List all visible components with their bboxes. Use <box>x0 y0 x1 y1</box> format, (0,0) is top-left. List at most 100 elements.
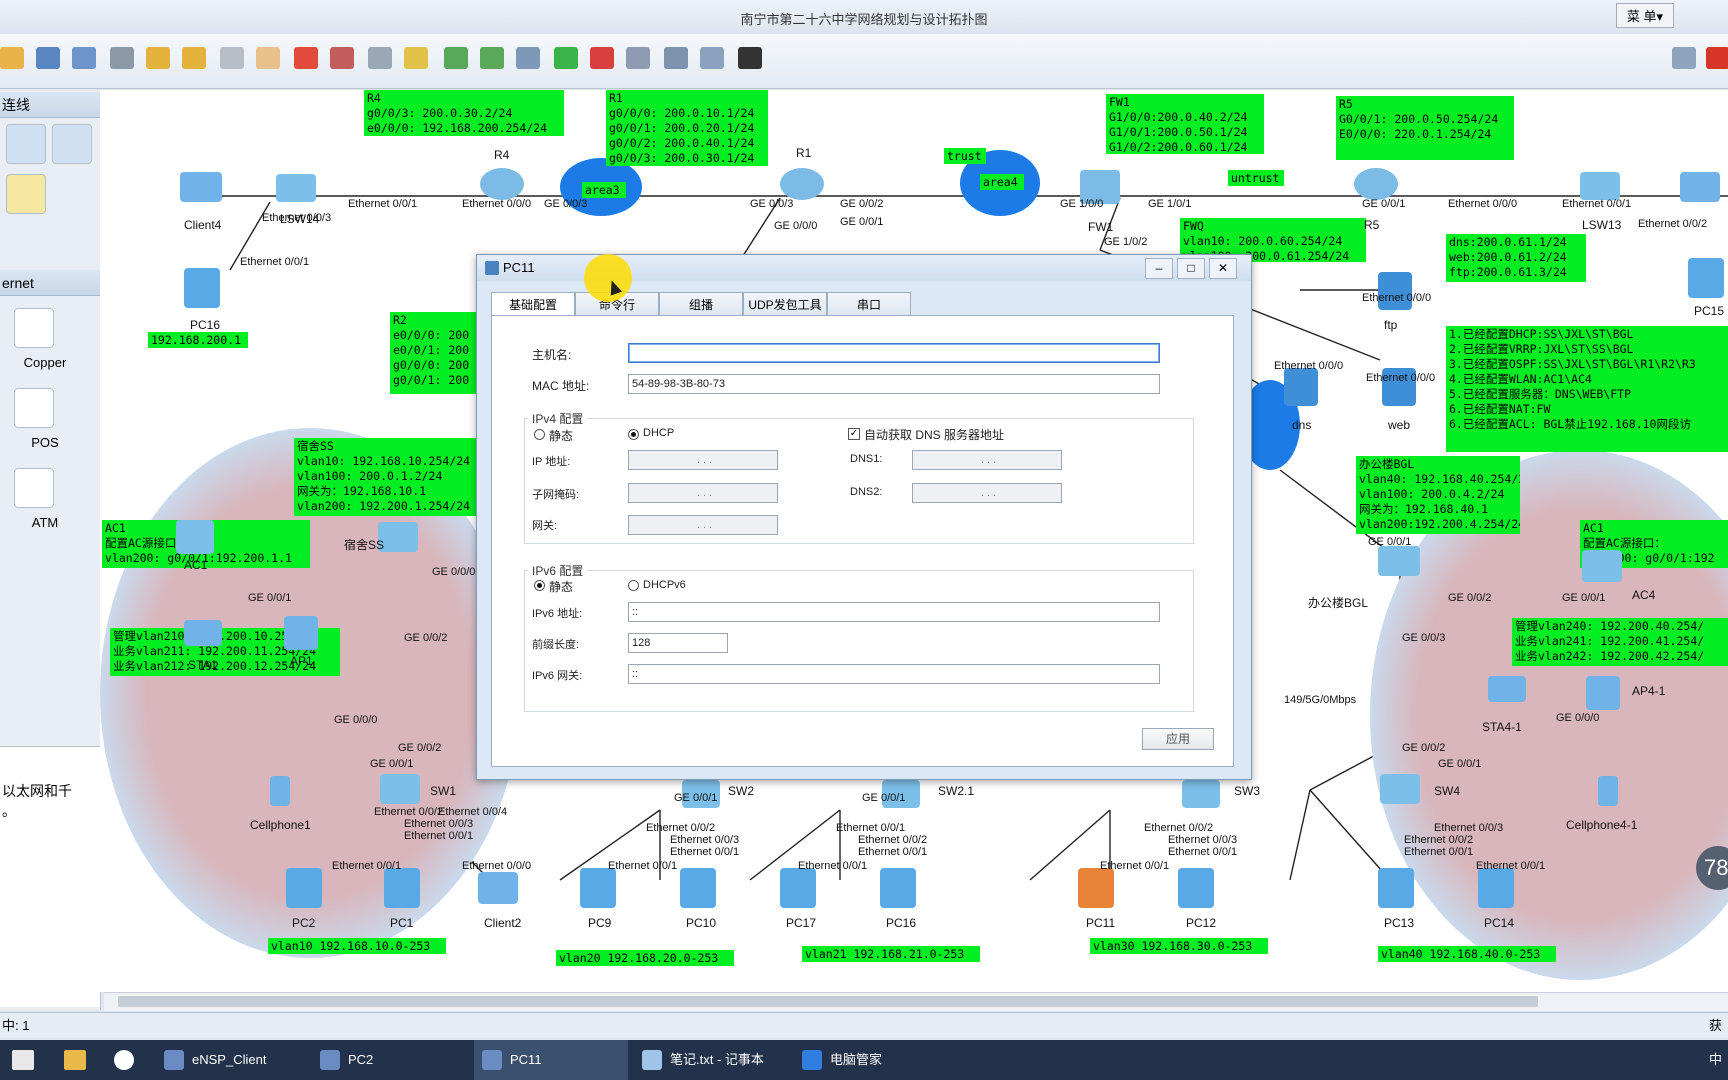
ac1-icon[interactable] <box>176 520 214 554</box>
client2-icon[interactable] <box>478 872 518 904</box>
note-servers[interactable]: dns:200.0.61.1/24 web:200.0.61.2/24 ftp:… <box>1446 234 1586 282</box>
pc2-icon[interactable] <box>286 868 322 908</box>
topology-icon[interactable] <box>664 47 688 69</box>
note-fw1[interactable]: FW1 G1/0/0:200.0.40.2/24 G1/0/1:200.0.50… <box>1106 94 1264 154</box>
tab-udp-tool[interactable]: UDP发包工具 <box>743 292 827 316</box>
note-r5[interactable]: R5 G0/0/1: 200.0.50.254/24 E0/0/0: 220.0… <box>1336 96 1514 160</box>
delete-icon[interactable] <box>294 47 318 69</box>
pc13-icon[interactable] <box>1378 868 1414 908</box>
note-area3[interactable]: area3 <box>582 182 626 198</box>
task-pc11[interactable]: PC11 <box>474 1040 628 1080</box>
ipv4-dhcp-radio[interactable] <box>628 429 639 440</box>
pc11-icon[interactable] <box>1078 868 1114 908</box>
atm-cable-icon[interactable] <box>14 468 54 508</box>
hostname-input[interactable] <box>628 343 1160 363</box>
prefix-length-input[interactable]: 128 <box>628 633 728 653</box>
ipv6-gateway-input[interactable]: :: <box>628 664 1160 684</box>
auto-dns-checkbox[interactable]: ✓ <box>848 428 860 440</box>
start-icon[interactable] <box>554 47 578 69</box>
panel-section-ethernet[interactable]: ernet <box>0 270 100 296</box>
mac-address-field[interactable]: 54-89-98-3B-80-73 <box>628 374 1160 394</box>
dns-server-icon[interactable] <box>1284 368 1318 406</box>
client3-icon[interactable] <box>1680 172 1720 202</box>
lsw13-icon[interactable] <box>1580 172 1620 200</box>
sw1-icon[interactable] <box>380 774 420 804</box>
chat-icon[interactable] <box>1672 47 1696 69</box>
note-vlan20[interactable]: vlan20 192.168.20.0-253 <box>556 950 734 966</box>
pc16-icon[interactable] <box>880 868 916 908</box>
note-pc16-ip[interactable]: 192.168.200.1 <box>148 332 248 348</box>
save-icon[interactable] <box>36 47 60 69</box>
pc9-icon[interactable] <box>580 868 616 908</box>
minimize-button[interactable]: – <box>1145 258 1173 279</box>
note-vlan21[interactable]: vlan21 192.168.21.0-253 <box>802 946 980 962</box>
note-untrust[interactable]: untrust <box>1228 170 1284 186</box>
select-icon[interactable] <box>220 47 244 69</box>
panel-section-links[interactable]: 连线 <box>0 92 100 118</box>
note-config-done[interactable]: 1.已经配置DHCP:SS\JXL\ST\BGL 2.已经配置VRRP:JXL\… <box>1446 326 1728 452</box>
gateway-input[interactable]: . . . <box>628 515 778 535</box>
pos-cable-icon[interactable] <box>14 388 54 428</box>
file-explorer-icon[interactable] <box>64 1050 86 1070</box>
ipv4-static-radio[interactable] <box>534 429 545 440</box>
r1-icon[interactable] <box>780 168 824 200</box>
note-vlan40[interactable]: vlan40 192.168.40.0-253 <box>1378 946 1556 962</box>
task-pc2[interactable]: PC2 <box>312 1040 466 1080</box>
note-trust[interactable]: trust <box>944 148 986 164</box>
ac4-icon[interactable] <box>1582 550 1622 582</box>
text-icon[interactable] <box>368 47 392 69</box>
scrollbar-thumb[interactable] <box>118 996 1538 1007</box>
sw4-icon[interactable] <box>1380 774 1420 804</box>
note-ss[interactable]: 宿舍SS vlan10: 192.168.10.254/24 vlan100: … <box>294 438 478 516</box>
capture-icon[interactable] <box>626 47 650 69</box>
lsw14-icon[interactable] <box>276 174 316 202</box>
bgl-switch-icon[interactable] <box>1378 546 1420 576</box>
system-tray[interactable]: 中 <box>1505 1040 1722 1080</box>
subnet-mask-input[interactable]: . . . <box>628 483 778 503</box>
task-notepad[interactable]: 笔记.txt - 记事本 <box>634 1040 788 1080</box>
undo-icon[interactable] <box>146 47 170 69</box>
main-menu-button[interactable]: 菜 单▾ <box>1615 3 1674 28</box>
client4-icon[interactable] <box>180 172 222 202</box>
tab-basic-config[interactable]: 基础配置 <box>491 292 575 316</box>
ftp-server-icon[interactable] <box>1378 272 1412 310</box>
copper-cable-icon[interactable] <box>14 308 54 348</box>
sta1-icon[interactable] <box>184 620 222 646</box>
task-ensp-client[interactable]: eNSP_Client <box>156 1040 310 1080</box>
apply-button[interactable]: 应用 <box>1142 728 1214 750</box>
ap1-icon[interactable] <box>284 616 318 650</box>
dns1-input[interactable]: . . . <box>912 450 1062 470</box>
note-r1[interactable]: R1 g0/0/0: 200.0.10.1/24 g0/0/1: 200.0.2… <box>606 90 768 166</box>
horizontal-scrollbar[interactable] <box>104 992 1728 1011</box>
app-store-icon[interactable] <box>12 1050 34 1070</box>
delete-link-icon[interactable] <box>330 47 354 69</box>
redo-icon[interactable] <box>182 47 206 69</box>
ipv6-static-radio[interactable] <box>534 580 545 591</box>
note-bgl[interactable]: 办公楼BGL vlan40: 192.168.40.254/24 vlan100… <box>1356 456 1520 534</box>
auto-link-icon[interactable] <box>6 174 46 214</box>
note-area4[interactable]: area4 <box>980 174 1024 190</box>
stop-icon[interactable] <box>590 47 614 69</box>
new-icon[interactable] <box>0 47 24 69</box>
task-pc-manager[interactable]: 电脑管家 <box>794 1040 952 1080</box>
pc12-icon[interactable] <box>1178 868 1214 908</box>
note-r4[interactable]: R4 g0/0/3: 200.0.30.2/24 e0/0/0: 192.168… <box>364 90 564 136</box>
pc16-top-icon[interactable] <box>184 268 220 308</box>
browser-icon[interactable] <box>114 1050 134 1070</box>
rectangle-icon[interactable] <box>404 47 428 69</box>
ac-device-icon[interactable] <box>52 124 92 164</box>
ipv6-address-input[interactable]: :: <box>628 602 1160 622</box>
pc17-icon[interactable] <box>780 868 816 908</box>
note-ac4-vlans[interactable]: 管理vlan240: 192.200.40.254/ 业务vlan241: 19… <box>1512 618 1728 666</box>
pc10-icon[interactable] <box>680 868 716 908</box>
r5-icon[interactable] <box>1354 168 1398 200</box>
sw3-icon[interactable] <box>1182 780 1220 808</box>
close-button[interactable]: ✕ <box>1209 258 1237 279</box>
dns2-input[interactable]: . . . <box>912 483 1062 503</box>
zoom-in-icon[interactable] <box>444 47 468 69</box>
wireless-device-icon[interactable] <box>6 124 46 164</box>
grid-icon[interactable] <box>700 47 724 69</box>
note-vlan30[interactable]: vlan30 192.168.30.0-253 <box>1090 938 1268 954</box>
ime-indicator[interactable]: 中 <box>1709 1052 1722 1067</box>
tab-multicast[interactable]: 组播 <box>659 292 743 316</box>
